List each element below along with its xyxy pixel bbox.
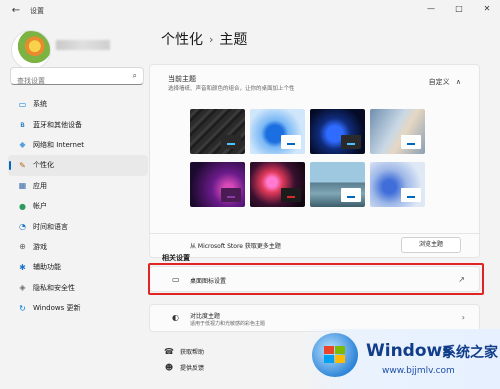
user-profile[interactable] — [8, 28, 148, 72]
help-links: ☎ 获取帮助 ☻ 提供反馈 — [164, 347, 204, 372]
sidebar-item-label: 蓝牙和其他设备 — [33, 120, 82, 129]
sidebar-item-8[interactable]: ✱ 辅助功能 — [8, 257, 148, 277]
sidebar-item-6[interactable]: ◔ 时间和语言 — [8, 216, 148, 236]
windows-flag-icon — [324, 346, 346, 364]
breadcrumb-parent[interactable]: 个性化 — [161, 29, 203, 49]
current-theme-card: 当前主题 选择墙纸、声音和颜色的组合，让你的桌面加上个性 自定义 ∧ — [149, 64, 480, 234]
close-button[interactable]: ✕ — [480, 4, 494, 13]
watermark-brand-cn: 系统之家 — [442, 345, 498, 361]
sidebar-item-1[interactable]: ʙ 蓝牙和其他设备 — [8, 114, 148, 134]
page-title: 主题 — [219, 32, 248, 48]
contrast-themes-label: 对比度主题 — [190, 313, 221, 320]
gamepad-icon: ⊕ — [19, 242, 26, 252]
watermark: Windows 系统之家 www.bjjmlv.com — [300, 329, 500, 389]
back-button[interactable]: ← — [8, 3, 24, 19]
search-box[interactable]: ⌕ — [10, 67, 144, 89]
window-controls: — □ ✕ — [424, 4, 494, 13]
sidebar-item-label: 应用 — [33, 181, 47, 190]
sidebar-item-9[interactable]: ◈ 隐私和安全性 — [8, 278, 148, 298]
maximize-button[interactable]: □ — [452, 4, 466, 13]
update-icon: ↻ — [19, 303, 26, 313]
search-input[interactable] — [11, 73, 121, 89]
sidebar-item-label: 帐户 — [33, 202, 47, 211]
sidebar-item-label: 辅助功能 — [33, 263, 61, 272]
sidebar-item-5[interactable]: ● 帐户 — [8, 196, 148, 216]
sidebar-item-7[interactable]: ⊕ 游戏 — [8, 237, 148, 257]
theme-thumbnail-lake[interactable] — [310, 162, 365, 207]
theme-preview-window — [401, 135, 421, 149]
watermark-url: www.bjjmlv.com — [382, 366, 455, 376]
give-feedback-link[interactable]: ☻ 提供反馈 — [164, 363, 204, 372]
bluetooth-icon: ʙ — [20, 120, 25, 130]
search-icon[interactable]: ⌕ — [133, 71, 137, 81]
get-help-label: 获取帮助 — [180, 349, 205, 356]
theme-preview-window — [341, 135, 361, 149]
current-theme-subtitle: 选择墙纸、声音和颜色的组合，让你的桌面加上个性 — [168, 86, 295, 92]
theme-preview-window — [341, 188, 361, 202]
sidebar-item-10[interactable]: ↻ Windows 更新 — [8, 298, 148, 318]
sidebar-item-label: 个性化 — [33, 161, 54, 170]
theme-thumbnail-flow[interactable] — [370, 162, 425, 207]
chevron-up-icon: ∧ — [455, 78, 461, 86]
store-row: 从 Microsoft Store 获取更多主题 浏览主题 — [149, 234, 480, 258]
sidebar: ⌕ ▭ 系统 ʙ 蓝牙和其他设备 ◆ 网络和 Internet ✎ 个性化 ▦ 应用 ● 帐户 ◔ 时间和… — [0, 22, 148, 389]
accessibility-icon: ✱ — [19, 262, 26, 272]
theme-preview-window — [221, 188, 241, 202]
chevron-right-icon: › — [461, 313, 465, 322]
user-name-blurred — [56, 40, 110, 50]
sidebar-item-label: 网络和 Internet — [33, 140, 85, 149]
app-title: 设置 — [30, 7, 44, 15]
theme-preview-window — [221, 135, 241, 149]
brush-icon: ✎ — [19, 160, 26, 170]
wifi-icon: ◆ — [19, 140, 26, 150]
theme-preview-window — [281, 135, 301, 149]
current-theme-toggle[interactable]: 自定义 ∧ — [429, 77, 461, 87]
theme-preview-window — [281, 188, 301, 202]
theme-thumbnail-purple[interactable] — [190, 162, 245, 207]
sidebar-nav: ▭ 系统 ʙ 蓝牙和其他设备 ◆ 网络和 Internet ✎ 个性化 ▦ 应用 ● 帐户 ◔ 时间和语言… — [8, 94, 148, 318]
feedback-icon: ☻ — [164, 363, 174, 372]
theme-thumbnail-dark-pattern[interactable] — [190, 109, 245, 154]
theme-thumbnail-windows-light[interactable] — [250, 109, 305, 154]
sidebar-item-label: 游戏 — [33, 242, 47, 251]
sidebar-item-4[interactable]: ▦ 应用 — [8, 176, 148, 196]
current-theme-value: 自定义 — [428, 78, 450, 86]
theme-preview-window — [401, 188, 421, 202]
monitor-icon: ▭ — [18, 99, 27, 109]
shield-icon: ◈ — [19, 283, 26, 293]
theme-thumbnail-glow[interactable] — [370, 109, 425, 154]
browse-themes-button[interactable]: 浏览主题 — [401, 237, 461, 253]
avatar — [11, 30, 51, 70]
help-icon: ☎ — [164, 347, 174, 356]
sidebar-item-label: 时间和语言 — [33, 222, 68, 231]
account-icon: ● — [19, 201, 26, 211]
highlight-box — [148, 263, 484, 295]
theme-thumbnail-windows-dark[interactable] — [310, 109, 365, 154]
contrast-themes-row[interactable]: ◐ 对比度主题 适用于低视力和光敏感的彩色主题 › — [149, 304, 480, 332]
sidebar-item-2[interactable]: ◆ 网络和 Internet — [8, 135, 148, 155]
title-bar: ← 设置 — □ ✕ — [0, 0, 500, 22]
contrast-themes-description: 适用于低视力和光敏感的彩色主题 — [190, 321, 266, 327]
sidebar-item-label: 系统 — [33, 100, 47, 109]
current-theme-title: 当前主题 — [168, 75, 196, 83]
minimize-button[interactable]: — — [424, 4, 438, 13]
clock-globe-icon: ◔ — [19, 222, 26, 232]
watermark-brand: Windows — [366, 341, 453, 361]
chevron-right-icon: › — [209, 32, 214, 46]
related-settings-title: 相关设置 — [162, 254, 190, 262]
theme-grid — [190, 109, 426, 217]
sidebar-item-label: Windows 更新 — [33, 304, 81, 313]
contrast-icon: ◐ — [172, 313, 179, 322]
sidebar-item-0[interactable]: ▭ 系统 — [8, 94, 148, 114]
sidebar-item-label: 隐私和安全性 — [33, 283, 75, 292]
give-feedback-label: 提供反馈 — [180, 365, 205, 372]
breadcrumb: 个性化 › 主题 — [161, 29, 247, 49]
get-help-link[interactable]: ☎ 获取帮助 — [164, 347, 204, 356]
store-text: 从 Microsoft Store 获取更多主题 — [190, 243, 281, 250]
sidebar-item-3[interactable]: ✎ 个性化 — [8, 155, 148, 176]
theme-thumbnail-flower[interactable] — [250, 162, 305, 207]
apps-icon: ▦ — [18, 181, 27, 191]
